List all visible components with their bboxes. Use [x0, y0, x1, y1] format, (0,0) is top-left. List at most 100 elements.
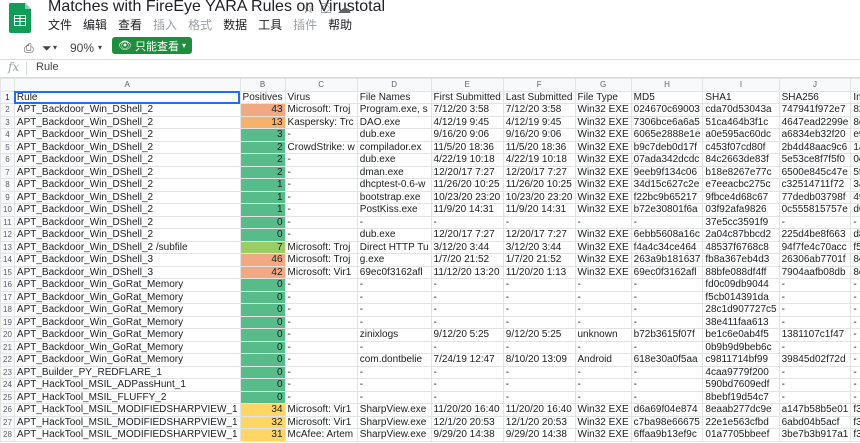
- cell[interactable]: -: [574, 365, 632, 379]
- cell[interactable]: 0: [239, 215, 286, 229]
- cell[interactable]: SHA1: [702, 90, 780, 104]
- row-header[interactable]: 13: [0, 240, 15, 254]
- cell[interactable]: APT_Backdoor_Win_DShell_2 /subfile: [13, 240, 241, 254]
- cell[interactable]: 32: [239, 415, 286, 429]
- cell[interactable]: cda70d53043a: [702, 103, 780, 117]
- cell[interactable]: APT_Backdoor_Win_GoRat_Memory: [13, 328, 241, 342]
- cell[interactable]: 9/16/20 9:06: [430, 128, 504, 142]
- cell[interactable]: 48537f6768c8: [702, 240, 780, 254]
- cell[interactable]: 0: [239, 378, 286, 392]
- cell[interactable]: 11/20/20 16:40: [430, 403, 504, 417]
- cell[interactable]: c7ba98e66675: [630, 415, 704, 429]
- row-header[interactable]: 8: [0, 178, 15, 192]
- cell[interactable]: -: [430, 378, 504, 392]
- cell[interactable]: -: [430, 278, 504, 292]
- cell[interactable]: 43: [239, 103, 286, 117]
- cell[interactable]: APT_HackTool_MSIL_MODIFIEDSHARPVIEW_1: [13, 415, 241, 429]
- cell[interactable]: -: [502, 278, 576, 292]
- cell[interactable]: -: [284, 353, 358, 367]
- cell[interactable]: f5cb014391da: [702, 290, 780, 304]
- cell[interactable]: APT_Backdoor_Win_DShell_2: [13, 203, 241, 217]
- cell[interactable]: -: [284, 290, 358, 304]
- filter-dropdown-icon[interactable]: ▾: [53, 43, 57, 52]
- column-header[interactable]: K: [850, 78, 860, 92]
- cell[interactable]: -: [850, 303, 860, 317]
- cell[interactable]: -: [850, 340, 860, 354]
- cell[interactable]: 747941f972e7: [778, 103, 852, 117]
- cell[interactable]: McAfee: Artem: [284, 428, 358, 442]
- cell[interactable]: CrowdStrike: w: [284, 140, 358, 154]
- print-icon[interactable]: ⎙: [24, 41, 34, 56]
- cell[interactable]: -: [284, 365, 358, 379]
- cell[interactable]: Win32 EXE: [574, 165, 632, 179]
- cell[interactable]: dub.exe: [356, 153, 432, 167]
- cell[interactable]: -: [850, 290, 860, 304]
- cell[interactable]: dub.exe: [356, 128, 432, 142]
- cell[interactable]: -: [574, 303, 632, 317]
- cell[interactable]: 11/5/20 18:36: [430, 140, 504, 154]
- cell[interactable]: 1a8235f0acc7: [850, 140, 860, 154]
- cell[interactable]: -: [356, 315, 432, 329]
- cell[interactable]: be1c6e0ab4f5: [702, 328, 780, 342]
- cell[interactable]: -: [356, 278, 432, 292]
- cell[interactable]: 1: [239, 203, 286, 217]
- cell[interactable]: -: [630, 378, 704, 392]
- cell[interactable]: c453f07cd80f: [702, 140, 780, 154]
- cell[interactable]: 46: [239, 253, 286, 267]
- cell[interactable]: PostKiss.exe: [356, 203, 432, 217]
- menu-item[interactable]: 工具: [258, 16, 282, 33]
- cell[interactable]: dub.exe: [356, 228, 432, 242]
- cell[interactable]: 7/24/19 12:47: [430, 353, 504, 367]
- cell[interactable]: 1381107c1f47: [778, 328, 852, 342]
- cell[interactable]: -: [356, 390, 432, 404]
- column-header[interactable]: C: [284, 78, 358, 92]
- cell[interactable]: -: [574, 290, 632, 304]
- cell[interactable]: 4/12/19 9:45: [502, 115, 576, 129]
- cell[interactable]: 618e30a0f5aa: [630, 353, 704, 367]
- menu-item[interactable]: 查看: [118, 16, 142, 33]
- cell[interactable]: com.dontbelie: [356, 353, 432, 367]
- zoom-select[interactable]: 90%: [70, 41, 94, 55]
- cell[interactable]: 10/23/20 23:20: [502, 190, 576, 204]
- cell[interactable]: 12/1/20 20:53: [502, 415, 576, 429]
- cell[interactable]: APT_Backdoor_Win_DShell_2: [13, 178, 241, 192]
- cell[interactable]: -: [502, 365, 576, 379]
- cell[interactable]: 1/7/20 21:52: [502, 253, 576, 267]
- cell[interactable]: 9/29/20 14:38: [502, 428, 576, 442]
- cell[interactable]: -: [778, 315, 852, 329]
- row-header[interactable]: 26: [0, 403, 15, 417]
- cell[interactable]: 6abd04b5acf: [778, 415, 852, 429]
- cell[interactable]: Microsoft: Troj: [284, 253, 358, 267]
- cell[interactable]: 69ec0f3162afl: [630, 265, 704, 279]
- column-header[interactable]: D: [356, 78, 432, 92]
- cell[interactable]: 34d15c627c2e: [630, 178, 704, 192]
- menu-item[interactable]: 帮助: [328, 16, 352, 33]
- cell[interactable]: d81e772ddc9d: [850, 228, 860, 242]
- row-header[interactable]: 15: [0, 265, 15, 279]
- cell[interactable]: 12/20/17 7:27: [502, 228, 576, 242]
- cell[interactable]: First Submitted: [430, 90, 504, 104]
- cell[interactable]: File Type: [574, 90, 632, 104]
- cell[interactable]: -: [284, 203, 358, 217]
- cell[interactable]: APT_Backdoor_Win_GoRat_Memory: [13, 290, 241, 304]
- cell[interactable]: 28c1d907727c5: [702, 303, 780, 317]
- cell[interactable]: a0e595ac60dc: [702, 128, 780, 142]
- menu-item[interactable]: 插入: [153, 16, 177, 33]
- row-header[interactable]: 2: [0, 103, 15, 117]
- cell[interactable]: APT_Builder_PY_REDFLARE_1: [13, 365, 241, 379]
- cell[interactable]: 77dedb03798f: [778, 190, 852, 204]
- cell[interactable]: -: [778, 378, 852, 392]
- cell[interactable]: Win32 EXE: [574, 153, 632, 167]
- cell[interactable]: Win32 EXE: [574, 115, 632, 129]
- cell[interactable]: 0: [239, 390, 286, 404]
- cell[interactable]: APT_Backdoor_Win_GoRat_Memory: [13, 303, 241, 317]
- cell[interactable]: Virus: [284, 90, 358, 104]
- cell[interactable]: 82d294e9a45a: [850, 103, 860, 117]
- cell[interactable]: SHA256: [778, 90, 852, 104]
- cell[interactable]: 2a04c87bbcd2: [702, 228, 780, 242]
- cell[interactable]: -: [850, 353, 860, 367]
- cell[interactable]: 0b9b9d9beb6c: [702, 340, 780, 354]
- cell[interactable]: -: [356, 215, 432, 229]
- cell[interactable]: bootstrap.exe: [356, 190, 432, 204]
- cell[interactable]: -: [356, 290, 432, 304]
